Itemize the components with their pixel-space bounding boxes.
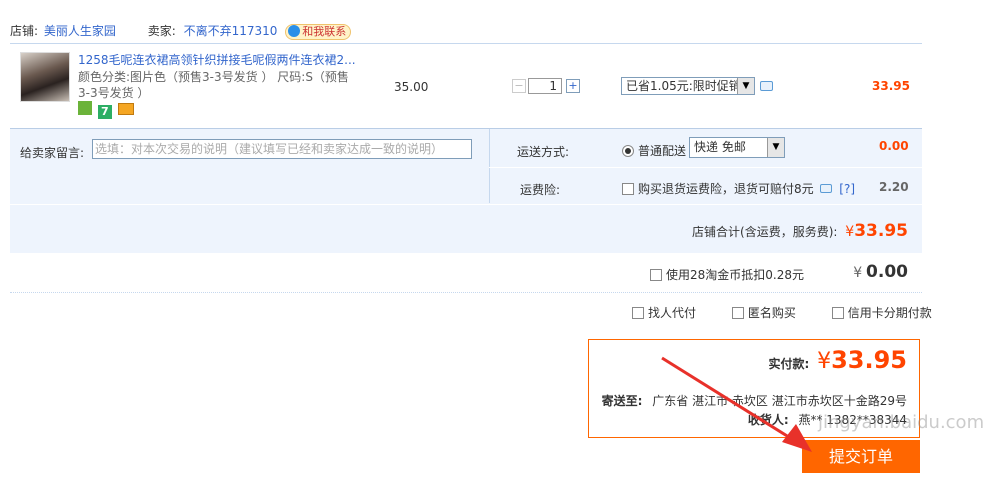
shipping-radio[interactable] (622, 145, 634, 157)
message-label: 给卖家留言: (20, 146, 85, 160)
message-to-seller-input[interactable]: 选填：对本次交易的说明（建议填写已经和卖家达成一致的说明） (92, 139, 472, 159)
dotted-divider (10, 292, 922, 293)
dropdown-arrow-icon: ▼ (767, 138, 784, 157)
subtotal-amount: 33.95 (854, 221, 908, 241)
coins-text: 使用28淘金币抵扣0.28元 (666, 268, 804, 282)
insurance-help-link[interactable]: [?] (839, 182, 855, 196)
guarantee-icon (78, 101, 92, 115)
annotation-arrow (661, 356, 812, 452)
taobao-coins-row: 使用28淘金币抵扣0.28元 (650, 266, 804, 283)
item-thumbnail[interactable] (20, 52, 70, 102)
chat-bubble-icon (288, 25, 301, 37)
subtotal-divider (10, 204, 922, 205)
order-options-panel: 给卖家留言: 选填：对本次交易的说明（建议填写已经和卖家达成一致的说明） 运送方… (10, 129, 922, 253)
promotion-select[interactable]: 已省1.05元:限时促销 ▼ (621, 77, 755, 95)
row-divider (489, 167, 922, 168)
pay-amount: 33.95 (831, 346, 907, 374)
shipping-option-label: 普通配送 (638, 144, 687, 158)
subtotal-label: 店铺合计(含运费，服务费): (692, 225, 838, 239)
subtotal-currency: ¥ (845, 224, 855, 240)
item-attr-line: 颜色分类:图片色（预售3-3号发货 ） 尺码:S（预售 (78, 70, 349, 84)
item-price: 35.00 (394, 80, 429, 94)
item-title-link[interactable]: 1258毛呢连衣裙高领针织拼接毛呢假两件连衣裙2... (78, 51, 378, 68)
store-subtotal: 店铺合计(含运费，服务费): ¥33.95 (692, 221, 908, 241)
anonymous-label: 匿名购买 (747, 306, 796, 320)
installment-checkbox[interactable] (831, 307, 844, 319)
ship-to-label: 寄送至: (601, 394, 643, 408)
coins-amount: 0.00 (866, 262, 908, 282)
seller-name-link[interactable]: 不离不弃117310 (184, 24, 278, 38)
item-badges: 7 (78, 101, 134, 119)
anonymous-checkbox[interactable] (731, 307, 744, 319)
payment-options: 找人代付 匿名购买 信用卡分期付款 (632, 304, 932, 321)
item-attributes: 颜色分类:图片色（预售3-3号发货 ） 尺码:S（预售 3-3号发货 ） (78, 69, 378, 101)
courier-select-value: 快递 免邮 (694, 140, 746, 154)
insurance-option: 购买退货运费险，退货可赔付8元 [?] (622, 180, 855, 197)
coins-discount: ¥ 0.00 (853, 262, 908, 282)
insurance-label: 运费险: (520, 183, 561, 197)
coins-currency: ¥ (853, 265, 863, 281)
shipping-method: 普通配送 (622, 142, 686, 159)
item-row: 1258毛呢连衣裙高领针织拼接毛呢假两件连衣裙2... 颜色分类:图片色（预售3… (10, 44, 922, 129)
watermark-text: jingyan.baidu.com (818, 412, 985, 433)
promotion-select-value: 已省1.05元:限时促销 (626, 79, 741, 93)
insurance-cost: 2.20 (879, 180, 909, 194)
coins-checkbox[interactable] (650, 269, 662, 281)
shop-label: 店铺: (10, 24, 39, 38)
annotation-arrowhead (782, 424, 812, 452)
insurance-text: 购买退货运费险，退货可赔付8元 (638, 182, 814, 196)
proxy-pay-checkbox[interactable] (632, 307, 644, 319)
watermark: jingyan.baidu.com (818, 412, 984, 433)
annotation-arrow-line (661, 356, 801, 446)
proxy-pay-label: 找人代付 (648, 306, 697, 320)
credit-card-icon (117, 103, 134, 115)
item-attr-line: 3-3号发货 ） (78, 86, 150, 100)
installment-label: 信用卡分期付款 (847, 306, 932, 320)
vertical-divider (489, 129, 490, 203)
quantity-input[interactable]: 1 (528, 78, 562, 94)
item-total: 33.95 (872, 79, 910, 93)
shipping-cost: 0.00 (879, 139, 909, 153)
dropdown-arrow-icon: ▼ (737, 78, 754, 94)
quantity-plus-button[interactable]: + (566, 79, 580, 93)
quantity-minus-button[interactable]: − (512, 79, 526, 93)
shipping-label: 运送方式: (517, 145, 570, 159)
shop-header: 店铺: 美丽人生家园 卖家: 不离不弃117310 和我联系 (10, 22, 352, 40)
courier-select[interactable]: 快递 免邮 ▼ (689, 137, 785, 158)
seven-day-return-icon: 7 (97, 105, 112, 119)
insurance-checkbox[interactable] (622, 183, 634, 195)
seller-label: 卖家: (147, 24, 176, 38)
message-placeholder: 选填：对本次交易的说明（建议填写已经和卖家达成一致的说明） (95, 142, 444, 156)
promo-info-icon[interactable] (760, 81, 773, 91)
insurance-info-icon[interactable] (820, 184, 833, 193)
shop-name-link[interactable]: 美丽人生家园 (44, 24, 116, 38)
submit-order-label: 提交订单 (828, 447, 893, 466)
contact-seller-button[interactable]: 和我联系 (285, 24, 352, 40)
